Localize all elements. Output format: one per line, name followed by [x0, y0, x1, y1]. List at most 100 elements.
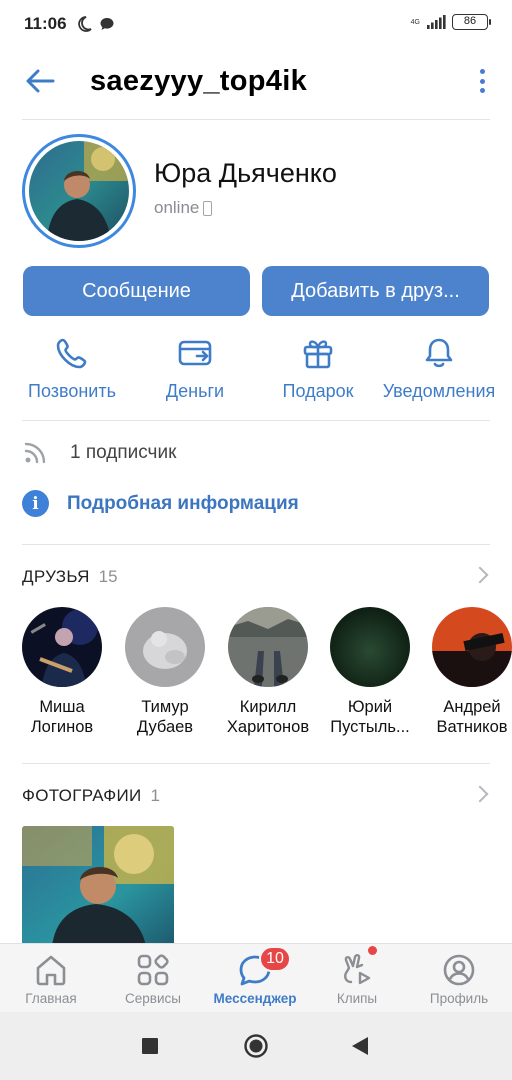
- more-options-button[interactable]: [472, 66, 492, 96]
- online-status-text: online: [154, 198, 200, 217]
- tab-messenger[interactable]: 10 Мессенджер: [204, 944, 306, 1013]
- home-nav-button[interactable]: [238, 1030, 274, 1062]
- details-link: Подробная информация: [67, 492, 299, 514]
- chevron-right-icon: [471, 785, 489, 803]
- profile-icon: [443, 954, 475, 986]
- subscribers-row[interactable]: 1 подписчик: [22, 440, 176, 466]
- friend-item[interactable]: Кирилл Харитонов: [216, 607, 320, 737]
- page-title: saezyyy_top4ik: [90, 64, 307, 97]
- friend-last-name: Харитонов: [226, 718, 310, 736]
- friend-first-name: Тимур: [141, 698, 189, 716]
- photos-section-header[interactable]: ФОТОГРАФИИ 1: [22, 785, 490, 806]
- gift-action[interactable]: Подарок: [270, 335, 366, 402]
- system-nav-bar: [0, 1012, 512, 1080]
- avatar[interactable]: [22, 134, 136, 248]
- friend-avatar: [22, 607, 102, 687]
- photo-image: [22, 826, 174, 946]
- divider: [22, 119, 490, 120]
- tab-services-label: Сервисы: [125, 991, 181, 1006]
- circle-icon: [244, 1034, 268, 1058]
- unread-badge: 10: [259, 946, 291, 972]
- friends-title: ДРУЗЬЯ: [22, 567, 90, 586]
- recent-apps-button[interactable]: [132, 1030, 168, 1062]
- tab-messenger-label: Мессенджер: [213, 991, 297, 1006]
- friends-section-header[interactable]: ДРУЗЬЯ 15: [22, 566, 490, 587]
- friend-last-name: Логинов: [30, 718, 94, 736]
- call-label: Позвонить: [28, 381, 116, 401]
- photo-thumbnail[interactable]: [22, 826, 174, 946]
- tab-clips[interactable]: Клипы: [306, 944, 408, 1013]
- bell-icon: [425, 338, 453, 368]
- tab-home[interactable]: Главная: [0, 944, 102, 1013]
- more-dot-icon: [479, 78, 485, 84]
- mobile-icon: [203, 200, 213, 216]
- friends-list: Миша Логинов Тимур Дубаев Кирилл Харитон…: [0, 607, 512, 747]
- friend-last-name: Пустыль...: [330, 718, 410, 736]
- friend-avatar: [125, 607, 205, 687]
- wallet-icon: [178, 340, 212, 366]
- divider: [22, 420, 490, 421]
- friend-item[interactable]: Андрей Ватников: [420, 607, 512, 737]
- phone-icon: [56, 338, 87, 369]
- friend-first-name: Миша: [39, 698, 85, 716]
- tab-services[interactable]: Сервисы: [102, 944, 204, 1013]
- back-nav-button[interactable]: [342, 1030, 378, 1062]
- profile-name: Юра Дьяченко: [154, 158, 337, 188]
- notifications-action[interactable]: Уведомления: [380, 335, 498, 402]
- tab-home-label: Главная: [25, 991, 77, 1006]
- more-dot-icon: [479, 69, 485, 74]
- tab-profile-label: Профиль: [429, 991, 489, 1006]
- money-label: Деньги: [165, 381, 225, 401]
- divider: [22, 544, 490, 545]
- battery-indicator: 86: [452, 14, 491, 30]
- new-content-dot: [368, 946, 377, 955]
- status-time: 11:06: [24, 14, 67, 33]
- rss-icon: [24, 442, 46, 464]
- subscribers-text: 1 подписчик: [70, 442, 177, 463]
- friend-last-name: Дубаев: [136, 718, 194, 736]
- notifications-label: Уведомления: [382, 381, 496, 401]
- services-icon: [137, 954, 169, 986]
- online-status: online: [154, 198, 213, 218]
- gift-icon: [303, 340, 333, 369]
- bottom-tab-bar: Главная Сервисы 10 Мессенджер Клипы Проф…: [0, 943, 512, 1012]
- friend-item[interactable]: Миша Логинов: [10, 607, 114, 737]
- money-action[interactable]: Деньги: [150, 335, 240, 402]
- more-dot-icon: [479, 88, 485, 93]
- friend-item[interactable]: Тимур Дубаев: [113, 607, 217, 737]
- status-bar: 11:06 4G 86: [0, 0, 512, 48]
- info-icon: i: [22, 490, 49, 517]
- friend-first-name: Андрей: [443, 698, 501, 716]
- friend-first-name: Юрий: [347, 698, 393, 716]
- square-icon: [142, 1038, 158, 1054]
- signal-icon: [427, 15, 446, 29]
- photos-title: ФОТОГРАФИИ: [22, 786, 142, 805]
- tab-profile[interactable]: Профиль: [408, 944, 510, 1013]
- add-friend-button[interactable]: Добавить в друз...: [262, 266, 489, 316]
- chevron-right-icon: [471, 566, 489, 584]
- friend-last-name: Ватников: [436, 718, 508, 736]
- gift-label: Подарок: [282, 381, 354, 401]
- friend-avatar: [228, 607, 308, 687]
- call-action[interactable]: Позвонить: [24, 335, 120, 402]
- divider: [22, 763, 490, 764]
- friend-item[interactable]: Юрий Пустыль...: [318, 607, 422, 737]
- network-type: 4G: [410, 18, 420, 26]
- chat-notification-icon: [100, 18, 114, 30]
- message-button[interactable]: Сообщение: [23, 266, 250, 316]
- header: saezyyy_top4ik: [0, 48, 512, 114]
- action-row: Позвонить Деньги Подарок Уведомления: [0, 335, 512, 407]
- avatar-photo: [29, 141, 129, 241]
- moon-icon: [77, 16, 92, 32]
- tab-clips-label: Клипы: [336, 991, 378, 1006]
- clips-icon: [344, 954, 371, 985]
- photos-count: 1: [150, 786, 161, 805]
- triangle-back-icon: [352, 1037, 368, 1055]
- friend-first-name: Кирилл: [239, 698, 297, 716]
- details-row[interactable]: i Подробная информация: [22, 490, 299, 517]
- back-button[interactable]: [0, 48, 80, 114]
- friend-avatar: [330, 607, 410, 687]
- friend-avatar: [432, 607, 512, 687]
- friends-count: 15: [98, 567, 118, 586]
- home-icon: [36, 955, 66, 986]
